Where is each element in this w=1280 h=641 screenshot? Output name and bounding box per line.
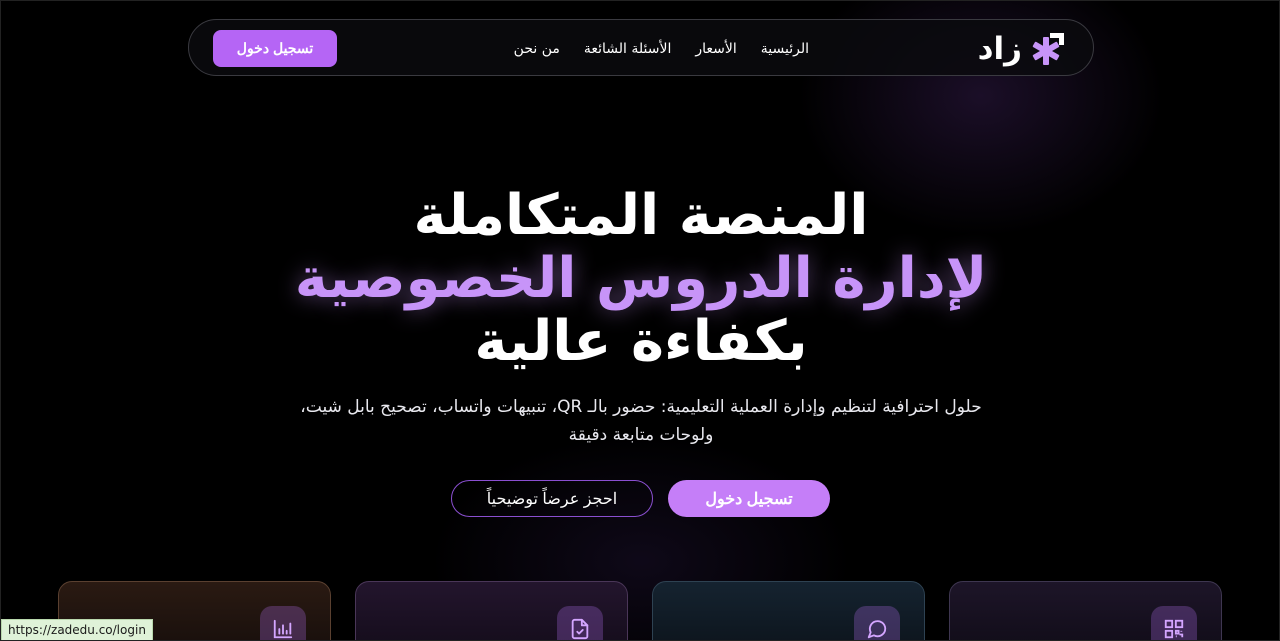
page: تسجيل دخول الرئيسية الأسعار الأسئلة الشا… [0,0,1280,641]
hero-title: المنصة المتكاملة لإدارة الدروس الخصوصية … [1,183,1279,374]
feature-card-qr[interactable] [949,581,1222,640]
hero-subtitle-line1: حلول احترافية لتنظيم وإدارة العملية التع… [300,397,982,417]
book-demo-button[interactable]: احجز عرضاً توضيحياً [451,480,653,517]
qr-code-icon [1164,619,1184,639]
hero-subtitle-line2: ولوحات متابعة دقيقة [568,425,714,445]
feature-icon-box [260,606,306,640]
nav-links: الرئيسية الأسعار الأسئلة الشائعة من نحن [514,20,809,77]
clipboard-check-icon [571,618,589,640]
hero-login-button[interactable]: تسجيل دخول [668,480,830,517]
chat-bubble-icon [867,620,887,639]
feature-icon-box [557,606,603,640]
hero-subtitle: حلول احترافية لتنظيم وإدارة العملية التع… [241,393,1041,449]
navbar: تسجيل دخول الرئيسية الأسعار الأسئلة الشا… [188,19,1094,76]
hero-title-line3: بكفاءة عالية [474,309,808,374]
nav-link-about[interactable]: من نحن [514,41,560,57]
bar-chart-icon [273,619,293,639]
feature-card-grading[interactable] [355,581,628,640]
link-status-bar: https://zadedu.co/login [1,619,153,640]
logo[interactable]: زاد [978,29,1066,69]
nav-link-home[interactable]: الرئيسية [761,41,809,57]
feature-card-whatsapp[interactable] [652,581,925,640]
logo-text: زاد [977,30,1022,67]
feature-icon-box [854,606,900,640]
nav-link-pricing[interactable]: الأسعار [695,41,736,57]
hero-title-line1: المنصة المتكاملة [413,183,869,248]
nav-login-button[interactable]: تسجيل دخول [213,30,337,67]
nav-link-faq[interactable]: الأسئلة الشائعة [584,41,672,57]
asterisk-logo-icon [1032,33,1064,65]
hero-title-line2: لإدارة الدروس الخصوصية [294,246,988,311]
feature-icon-box [1151,606,1197,640]
